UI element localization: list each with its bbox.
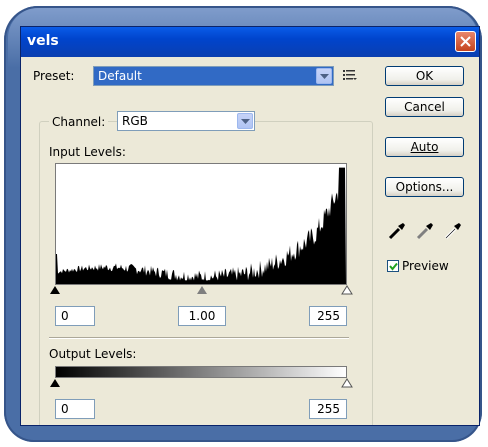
window-title: vels xyxy=(27,33,59,49)
levels-dialog: vels Preset: Default OK Cancel Auto Opti… xyxy=(20,26,480,426)
input-gamma-slider[interactable] xyxy=(196,285,208,295)
output-black-slider[interactable] xyxy=(49,378,61,388)
output-levels-label: Output Levels: xyxy=(49,347,137,361)
auto-button[interactable]: Auto xyxy=(385,137,464,157)
list-menu-icon[interactable] xyxy=(343,69,357,81)
channel-dropdown[interactable]: RGB xyxy=(117,111,255,131)
input-black-field[interactable]: 0 xyxy=(55,306,95,326)
chevron-down-icon xyxy=(320,74,329,79)
histogram-area xyxy=(56,167,346,284)
input-levels-label: Input Levels: xyxy=(49,145,126,159)
ok-button[interactable]: OK xyxy=(385,66,464,86)
preset-label: Preset: xyxy=(33,69,75,83)
channel-dropdown-arrow[interactable] xyxy=(237,113,253,129)
eyedropper-group xyxy=(387,221,467,243)
white-eyedropper-icon[interactable] xyxy=(443,221,463,241)
chevron-down-icon xyxy=(241,119,250,124)
preview-label[interactable]: Preview xyxy=(402,259,449,273)
options-button[interactable]: Options... xyxy=(385,177,464,197)
auto-button-label: Auto xyxy=(410,140,439,154)
preset-value: Default xyxy=(98,69,142,83)
input-gamma-field[interactable]: 1.00 xyxy=(178,306,226,326)
output-white-slider[interactable] xyxy=(341,378,353,388)
histogram-graph xyxy=(56,167,346,284)
close-icon xyxy=(460,36,471,47)
histogram xyxy=(55,163,347,285)
black-eyedropper-icon[interactable] xyxy=(387,221,407,241)
checkmark-icon xyxy=(389,262,398,271)
preset-dropdown[interactable]: Default xyxy=(93,66,334,86)
input-white-field[interactable]: 255 xyxy=(309,306,347,326)
preview-checkbox[interactable] xyxy=(387,260,399,272)
input-white-point-slider[interactable] xyxy=(341,285,353,295)
output-white-field[interactable]: 255 xyxy=(309,399,347,419)
cancel-button[interactable]: Cancel xyxy=(385,97,464,117)
output-black-field[interactable]: 0 xyxy=(55,399,95,419)
close-button[interactable] xyxy=(455,31,476,52)
input-black-point-slider[interactable] xyxy=(49,285,61,295)
divider xyxy=(49,337,349,339)
channel-label: Channel: xyxy=(49,115,109,129)
gray-eyedropper-icon[interactable] xyxy=(415,221,435,241)
preset-dropdown-arrow[interactable] xyxy=(316,68,332,84)
output-gradient-bar xyxy=(55,366,347,378)
channel-value: RGB xyxy=(122,114,148,128)
title-bar[interactable]: vels xyxy=(21,27,479,57)
